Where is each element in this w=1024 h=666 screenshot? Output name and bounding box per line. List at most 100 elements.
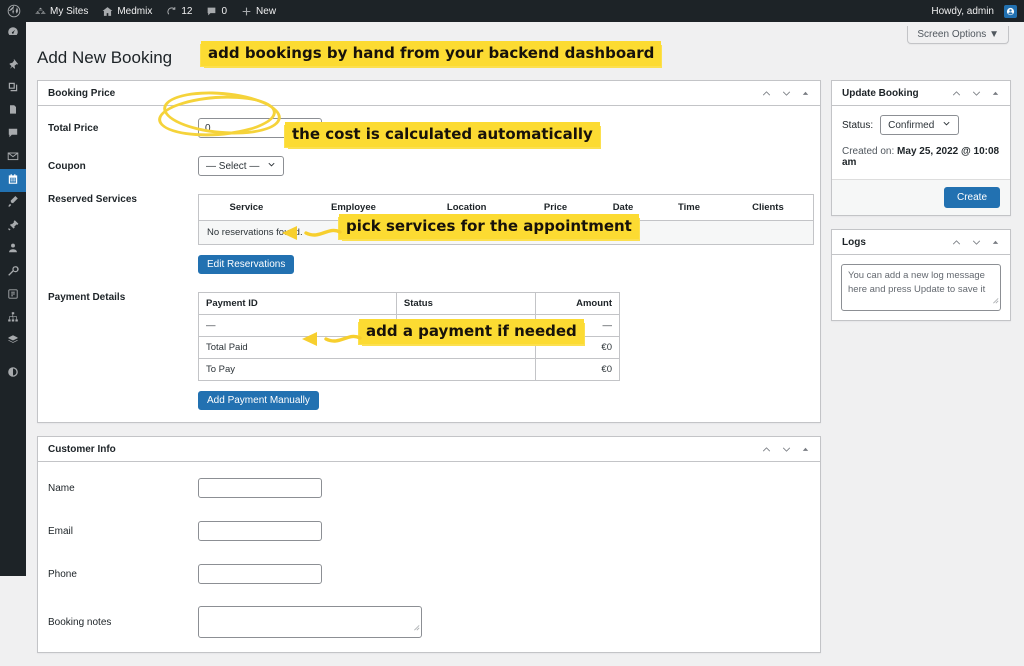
howdy-menu[interactable]: Howdy, admin (924, 0, 1024, 22)
comment-icon (206, 6, 217, 17)
resize-grip-icon (412, 618, 420, 636)
move-down-icon[interactable] (971, 88, 982, 99)
status-select[interactable]: Confirmed (880, 115, 959, 135)
move-up-icon[interactable] (761, 88, 772, 99)
panel-controls (951, 88, 1000, 99)
screen-options-label: Screen Options (917, 29, 986, 40)
comments-button[interactable]: 0 (199, 0, 234, 22)
move-up-icon[interactable] (951, 237, 962, 248)
column-header: Service (199, 195, 294, 221)
new-content-label: New (256, 6, 276, 17)
mail-icon (7, 149, 19, 167)
howdy-label: Howdy, admin (931, 6, 994, 17)
sidebar-item-dashboard[interactable] (0, 22, 26, 45)
move-down-icon[interactable] (781, 444, 792, 455)
my-sites-label: My Sites (50, 6, 88, 17)
sidebar-item-comments[interactable] (0, 123, 26, 146)
log-message-textarea[interactable]: You can add a new log message here and p… (841, 264, 1001, 311)
settings-icon (7, 287, 19, 305)
total-price-row: Total Price (48, 118, 810, 138)
new-content-menu[interactable]: New (234, 0, 283, 22)
admin-content-wrap: Screen Options ▼ Add New Booking Booking… (26, 22, 1024, 576)
summary-amount: €0 (535, 337, 619, 359)
sidebar-item-media[interactable] (0, 77, 26, 100)
sidebar-item-tools[interactable] (0, 261, 26, 284)
log-message-placeholder: You can add a new log message here and p… (848, 270, 985, 295)
logs-header: Logs (832, 230, 1010, 255)
brush-icon (7, 195, 19, 213)
column-header: Amount (535, 293, 619, 315)
status-select-value: Confirmed (888, 120, 934, 131)
reserved-services-table: Service Employee Location Price Date Tim… (198, 194, 814, 245)
pages-icon (7, 103, 19, 121)
sidebar-item-collapse[interactable] (0, 362, 26, 385)
wordpress-logo-button[interactable] (0, 0, 28, 22)
move-down-icon[interactable] (971, 237, 982, 248)
column-header: Price (520, 195, 590, 221)
sidebar-item-users[interactable] (0, 238, 26, 261)
coupon-row: Coupon — Select — (48, 156, 810, 176)
booking-price-panel: Booking Price Total Price (37, 80, 821, 423)
sidebar-item-appearance[interactable] (0, 192, 26, 215)
chevron-down-icon (267, 160, 276, 172)
move-up-icon[interactable] (951, 88, 962, 99)
status-label: Status: (842, 120, 873, 131)
sidebar-item-mail[interactable] (0, 146, 26, 169)
total-price-input[interactable] (199, 119, 343, 137)
toggle-panel-icon[interactable] (801, 445, 810, 454)
my-sites-menu[interactable]: My Sites (28, 0, 95, 22)
move-up-icon[interactable] (761, 444, 772, 455)
sidebar-item-bookings[interactable] (0, 169, 26, 192)
toggle-panel-icon[interactable] (991, 238, 1000, 247)
chevron-down-icon: ▼ (989, 29, 999, 40)
panel-controls (761, 444, 810, 455)
name-row: Name (48, 478, 810, 498)
coupon-label: Coupon (48, 161, 198, 172)
home-icon (102, 6, 113, 17)
total-price-label: Total Price (48, 123, 198, 134)
booking-price-header: Booking Price (38, 81, 820, 106)
column-header: Clients (723, 195, 814, 221)
create-button[interactable]: Create (944, 187, 1000, 208)
sidebar-separator-2 (0, 353, 26, 362)
summary-row-to-pay: To Pay €0 (199, 359, 620, 381)
screen-options-toggle[interactable]: Screen Options ▼ (907, 26, 1009, 44)
number-spinner[interactable] (343, 121, 352, 135)
sidebar-item-plugins[interactable] (0, 215, 26, 238)
edit-reservations-button[interactable]: Edit Reservations (198, 255, 294, 274)
column-header: Time (655, 195, 723, 221)
email-input[interactable] (198, 521, 322, 541)
updates-button[interactable]: 12 (159, 0, 199, 22)
layers-icon (7, 333, 19, 351)
sidebar-item-pages[interactable] (0, 100, 26, 123)
wordpress-icon (7, 4, 21, 18)
sidebar-item-layers[interactable] (0, 330, 26, 353)
sidebar-item-settings[interactable] (0, 284, 26, 307)
site-name-menu[interactable]: Medmix (95, 0, 159, 22)
avatar (1004, 5, 1017, 18)
status-row: Status: Confirmed (842, 115, 1000, 135)
toggle-panel-icon[interactable] (801, 89, 810, 98)
summary-row-total-paid: Total Paid €0 (199, 337, 620, 359)
dashboard-icon (7, 25, 19, 43)
update-booking-title: Update Booking (842, 88, 919, 99)
move-down-icon[interactable] (781, 88, 792, 99)
sidebar-item-structure[interactable] (0, 307, 26, 330)
toggle-panel-icon[interactable] (991, 89, 1000, 98)
users-icon (7, 241, 19, 259)
add-payment-manually-button[interactable]: Add Payment Manually (198, 391, 319, 410)
side-column: Update Booking Status: Confirmed Created (831, 80, 1011, 334)
reserved-services-label: Reserved Services (48, 194, 198, 205)
booking-price-body: Total Price Coupon — Select — (38, 106, 820, 422)
column-header: Date (591, 195, 655, 221)
booking-notes-textarea[interactable] (198, 606, 422, 638)
page-title: Add New Booking (37, 48, 172, 68)
wp-admin-bar: My Sites Medmix 12 0 New Howdy, admin (0, 0, 1024, 22)
sidebar-item-posts[interactable] (0, 54, 26, 77)
table-header-row: Payment ID Status Amount (199, 293, 620, 315)
column-header: Status (396, 293, 535, 315)
phone-input[interactable] (198, 564, 322, 584)
table-row: No reservations found. (199, 221, 814, 245)
coupon-select[interactable]: — Select — (198, 156, 284, 176)
name-input[interactable] (198, 478, 322, 498)
